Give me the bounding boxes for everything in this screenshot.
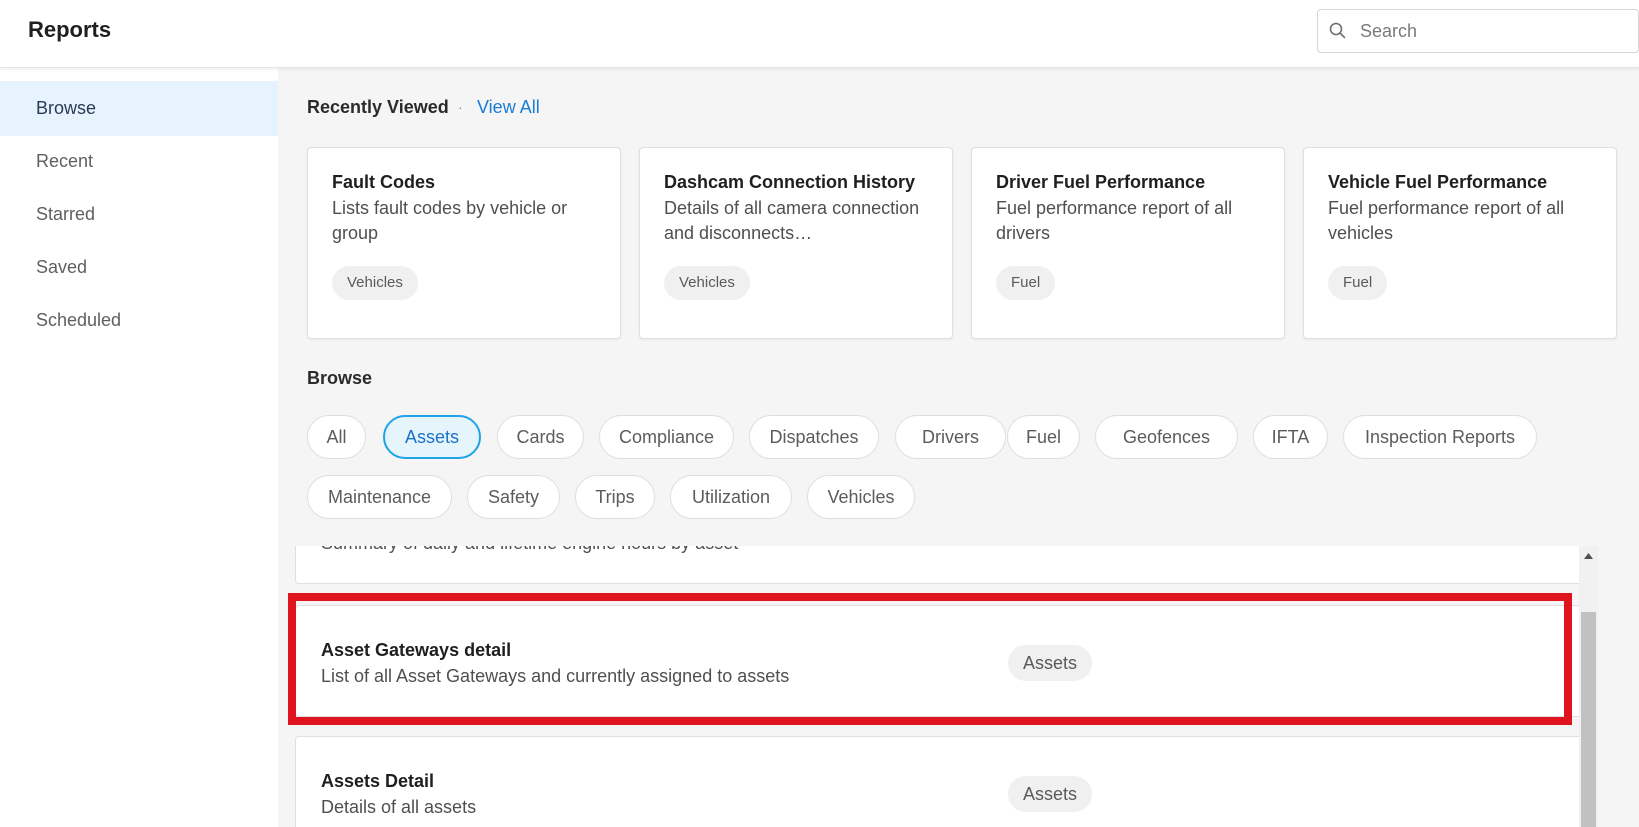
- recent-card-dashcam-connection-history[interactable]: Dashcam Connection History Details of al…: [639, 147, 953, 339]
- category-chip-maintenance[interactable]: Maintenance: [307, 475, 452, 519]
- category-chip-inspection-reports[interactable]: Inspection Reports: [1343, 415, 1537, 459]
- view-all-link[interactable]: View All: [477, 97, 540, 118]
- category-chip-utilization[interactable]: Utilization: [670, 475, 792, 519]
- top-header: Reports: [0, 0, 1639, 68]
- search-box[interactable]: [1317, 9, 1639, 53]
- row-description: List of all Asset Gateways and currently…: [321, 666, 790, 686]
- recent-card-fault-codes[interactable]: Fault Codes Lists fault codes by vehicle…: [307, 147, 621, 339]
- card-title: Fault Codes: [332, 172, 436, 192]
- sidebar: Browse Recent Starred Saved Scheduled: [0, 68, 278, 827]
- card-tag: Fuel: [996, 266, 1056, 300]
- scroll-up-arrow-icon[interactable]: [1579, 546, 1598, 566]
- row-tag: Assets: [1008, 776, 1093, 812]
- category-chip-compliance[interactable]: Compliance: [599, 415, 734, 459]
- report-list[interactable]: Summary of daily and lifetime engine hou…: [295, 546, 1623, 827]
- card-title: Vehicle Fuel Performance: [1328, 172, 1548, 192]
- recent-card-driver-fuel-performance[interactable]: Driver Fuel Performance Fuel performance…: [971, 147, 1285, 339]
- card-description: Fuel performance report of all drivers: [996, 198, 1233, 243]
- category-chip-drivers[interactable]: Drivers: [895, 415, 1006, 459]
- browse-heading: Browse: [307, 368, 373, 388]
- card-description: Lists fault codes by vehicle or group: [332, 198, 568, 243]
- sidebar-item-scheduled[interactable]: Scheduled: [0, 293, 278, 348]
- main-content: Recently Viewed · View All Fault Codes L…: [278, 68, 1639, 827]
- search-icon: [1329, 22, 1346, 39]
- category-chip-all[interactable]: All: [307, 415, 366, 459]
- row-description: Summary of daily and lifetime engine hou…: [321, 546, 738, 554]
- search-input[interactable]: [1360, 12, 1630, 50]
- recent-card-vehicle-fuel-performance[interactable]: Vehicle Fuel Performance Fuel performanc…: [1303, 147, 1617, 339]
- category-chip-ifta[interactable]: IFTA: [1253, 415, 1328, 459]
- category-chip-safety[interactable]: Safety: [467, 475, 560, 519]
- sidebar-item-recent[interactable]: Recent: [0, 134, 278, 189]
- card-tag: Fuel: [1328, 266, 1388, 300]
- report-row-asset-gateways-detail[interactable]: Asset Gateways detail List of all Asset …: [295, 605, 1595, 717]
- card-title: Dashcam Connection History: [664, 172, 916, 192]
- row-title: Asset Gateways detail: [321, 640, 512, 660]
- card-tag: Vehicles: [664, 266, 750, 300]
- category-chip-cards[interactable]: Cards: [497, 415, 584, 459]
- category-chip-assets[interactable]: Assets: [383, 415, 481, 459]
- report-row-engine-hours[interactable]: Summary of daily and lifetime engine hou…: [295, 546, 1595, 584]
- report-row-assets-detail[interactable]: Assets Detail Details of all assets Asse…: [295, 736, 1595, 827]
- sidebar-item-browse[interactable]: Browse: [0, 81, 278, 136]
- row-description: Details of all assets: [321, 797, 477, 817]
- category-chip-fuel[interactable]: Fuel: [1007, 415, 1080, 459]
- category-chip-geofences[interactable]: Geofences: [1095, 415, 1238, 459]
- row-tag: Assets: [1008, 645, 1093, 681]
- card-description: Details of all camera connection and dis…: [664, 198, 920, 243]
- card-description: Fuel performance report of all vehicles: [1328, 198, 1565, 243]
- recently-viewed-heading: Recently Viewed: [307, 97, 449, 117]
- category-chip-dispatches[interactable]: Dispatches: [749, 415, 879, 459]
- report-list-scrollbar[interactable]: [1579, 546, 1598, 827]
- card-title: Driver Fuel Performance: [996, 172, 1206, 192]
- row-title: Assets Detail: [321, 771, 435, 791]
- category-chip-vehicles[interactable]: Vehicles: [807, 475, 915, 519]
- heading-separator: ·: [458, 99, 463, 115]
- page-title: Reports: [28, 17, 112, 42]
- scrollbar-thumb[interactable]: [1581, 612, 1596, 827]
- sidebar-item-saved[interactable]: Saved: [0, 240, 278, 295]
- category-chip-trips[interactable]: Trips: [575, 475, 655, 519]
- card-tag: Vehicles: [332, 266, 418, 300]
- sidebar-item-starred[interactable]: Starred: [0, 187, 278, 242]
